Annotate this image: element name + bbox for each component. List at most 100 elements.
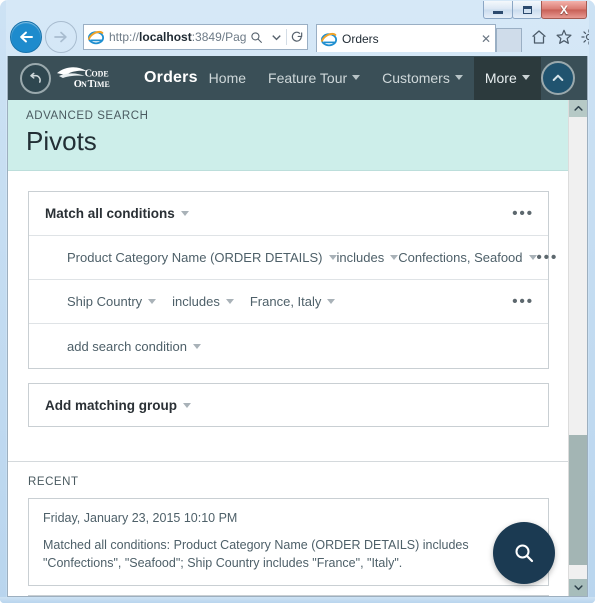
toolbar-icons	[530, 28, 595, 46]
row-menu-button[interactable]: •••	[537, 250, 559, 265]
condition-field-dropdown[interactable]: Ship Country	[67, 294, 157, 309]
internet-explorer-icon	[87, 30, 105, 45]
tab-close-icon[interactable]: ✕	[477, 32, 495, 46]
address-bar[interactable]: http://localhost:3849/Page	[83, 24, 308, 50]
row-menu-button[interactable]: •••	[512, 294, 534, 309]
chevron-down-icon	[180, 211, 189, 216]
scroll-up-button[interactable]	[541, 61, 575, 95]
add-search-condition-row: add search condition	[29, 324, 548, 368]
section-divider	[8, 461, 569, 462]
condition-row: Product Category Name (ORDER DETAILS) in…	[29, 236, 556, 280]
svg-text:C: C	[85, 69, 92, 80]
condition-row: Ship Country includes France, Italy •••	[29, 280, 548, 324]
window-frame-left	[0, 0, 6, 603]
condition-operator-dropdown[interactable]: includes	[337, 250, 399, 265]
forward-button[interactable]	[45, 21, 77, 53]
condition-operator-label: includes	[172, 294, 220, 309]
condition-field-label: Ship Country	[67, 294, 143, 309]
chevron-down-icon	[225, 299, 234, 304]
condition-field-label: Product Category Name (ORDER DETAILS)	[67, 250, 323, 265]
breadcrumb: ADVANCED SEARCH	[26, 110, 149, 122]
arrow-right-icon	[54, 31, 67, 43]
condition-value-dropdown[interactable]: Confections, Seafood	[398, 250, 537, 265]
recent-item[interactable]: Friday, January 23, 2015 10:10 PM Matche…	[28, 498, 549, 587]
match-all-conditions-row: Match all conditions •••	[29, 192, 548, 236]
svg-text:O: O	[74, 79, 82, 90]
window-controls: X	[483, 1, 587, 19]
chevron-down-icon	[328, 255, 337, 260]
chevron-down-icon	[327, 299, 336, 304]
page-scrollbar[interactable]	[568, 100, 587, 596]
page-title: Pivots	[26, 126, 97, 156]
browser-window: X http://localhost:3849/Page	[0, 0, 595, 603]
nav-item-label: Feature Tour	[268, 69, 348, 86]
search-icon	[250, 31, 262, 43]
recent-section-label: RECENT	[28, 476, 79, 488]
condition-value-label: Confections, Seafood	[398, 250, 523, 265]
internet-explorer-icon	[320, 32, 338, 46]
search-icon	[515, 544, 534, 563]
tab-orders[interactable]: Orders ✕	[316, 24, 496, 52]
svg-text:N: N	[81, 80, 87, 89]
recent-item[interactable]	[28, 595, 549, 596]
chevron-down-icon	[148, 299, 157, 304]
back-button[interactable]	[10, 21, 42, 53]
row-menu-button[interactable]: •••	[512, 206, 534, 221]
nav-item-home[interactable]: Home	[198, 57, 257, 100]
page-content: Match all conditions ••• Product Categor…	[8, 173, 569, 596]
nav-item-label: More	[484, 69, 517, 86]
minimize-button[interactable]	[483, 1, 513, 19]
condition-field-dropdown[interactable]: Product Category Name (ORDER DETAILS)	[67, 250, 337, 265]
new-tab-button[interactable]	[496, 28, 522, 52]
scrollbar-track[interactable]	[569, 117, 587, 579]
match-all-conditions-dropdown[interactable]: Match all conditions	[45, 206, 189, 221]
chevron-down-icon	[390, 255, 399, 260]
nav-item-customers[interactable]: Customers	[371, 57, 474, 100]
condition-value-dropdown[interactable]: France, Italy	[250, 294, 336, 309]
chevron-up-circle-icon	[552, 74, 564, 81]
add-search-condition-label: add search condition	[67, 338, 187, 354]
chevron-down-icon	[573, 585, 583, 591]
arrow-left-icon	[20, 31, 33, 43]
recent-description: Matched all conditions: Product Category…	[43, 538, 469, 571]
chevron-down-icon	[271, 34, 281, 40]
url-text: http://localhost:3849/Page	[109, 30, 247, 44]
nav-item-more[interactable]: More	[473, 56, 541, 100]
scrollbar-down-button[interactable]	[569, 579, 587, 596]
close-icon: X	[559, 2, 568, 17]
chevron-down-icon	[183, 402, 191, 408]
star-icon[interactable]	[555, 28, 573, 46]
condition-operator-dropdown[interactable]: includes	[172, 294, 234, 309]
refresh-button[interactable]	[287, 25, 307, 49]
condition-operator-label: includes	[336, 250, 385, 265]
tab-strip: Orders ✕	[316, 22, 522, 52]
recent-timestamp: Friday, January 23, 2015 10:10 PM	[43, 511, 238, 525]
condition-value-label: France, Italy	[249, 294, 322, 309]
tab-title: Orders	[342, 31, 379, 46]
back-circle-icon[interactable]	[20, 62, 51, 94]
browser-toolbar: http://localhost:3849/Page	[6, 18, 595, 56]
window-frame-right	[589, 0, 595, 603]
nav-item-feature-tour[interactable]: Feature Tour	[257, 57, 371, 100]
add-matching-group-dropdown[interactable]: Add matching group	[45, 398, 191, 413]
match-all-conditions-label: Match all conditions	[45, 206, 175, 221]
undo-arrow-icon	[30, 72, 41, 83]
minimize-icon	[493, 10, 503, 14]
restore-button[interactable]	[512, 1, 542, 19]
window-frame-bottom	[0, 597, 595, 603]
chevron-down-icon	[521, 75, 530, 80]
home-icon[interactable]	[530, 28, 548, 46]
refresh-icon	[291, 31, 303, 42]
address-search-button[interactable]	[246, 25, 266, 49]
chevron-up-icon	[573, 105, 583, 111]
close-button[interactable]: X	[541, 1, 587, 19]
search-fab-button[interactable]	[493, 522, 555, 584]
chevron-down-icon	[352, 75, 361, 80]
scrollbar-thumb[interactable]	[569, 435, 587, 565]
add-search-condition-dropdown[interactable]: add search condition	[67, 339, 201, 354]
chevron-down-icon	[454, 75, 463, 80]
scrollbar-up-button[interactable]	[569, 100, 587, 117]
chevron-down-icon	[528, 255, 537, 260]
conditions-panel: Match all conditions ••• Product Categor…	[28, 191, 556, 369]
address-dropdown-button[interactable]	[266, 25, 286, 49]
